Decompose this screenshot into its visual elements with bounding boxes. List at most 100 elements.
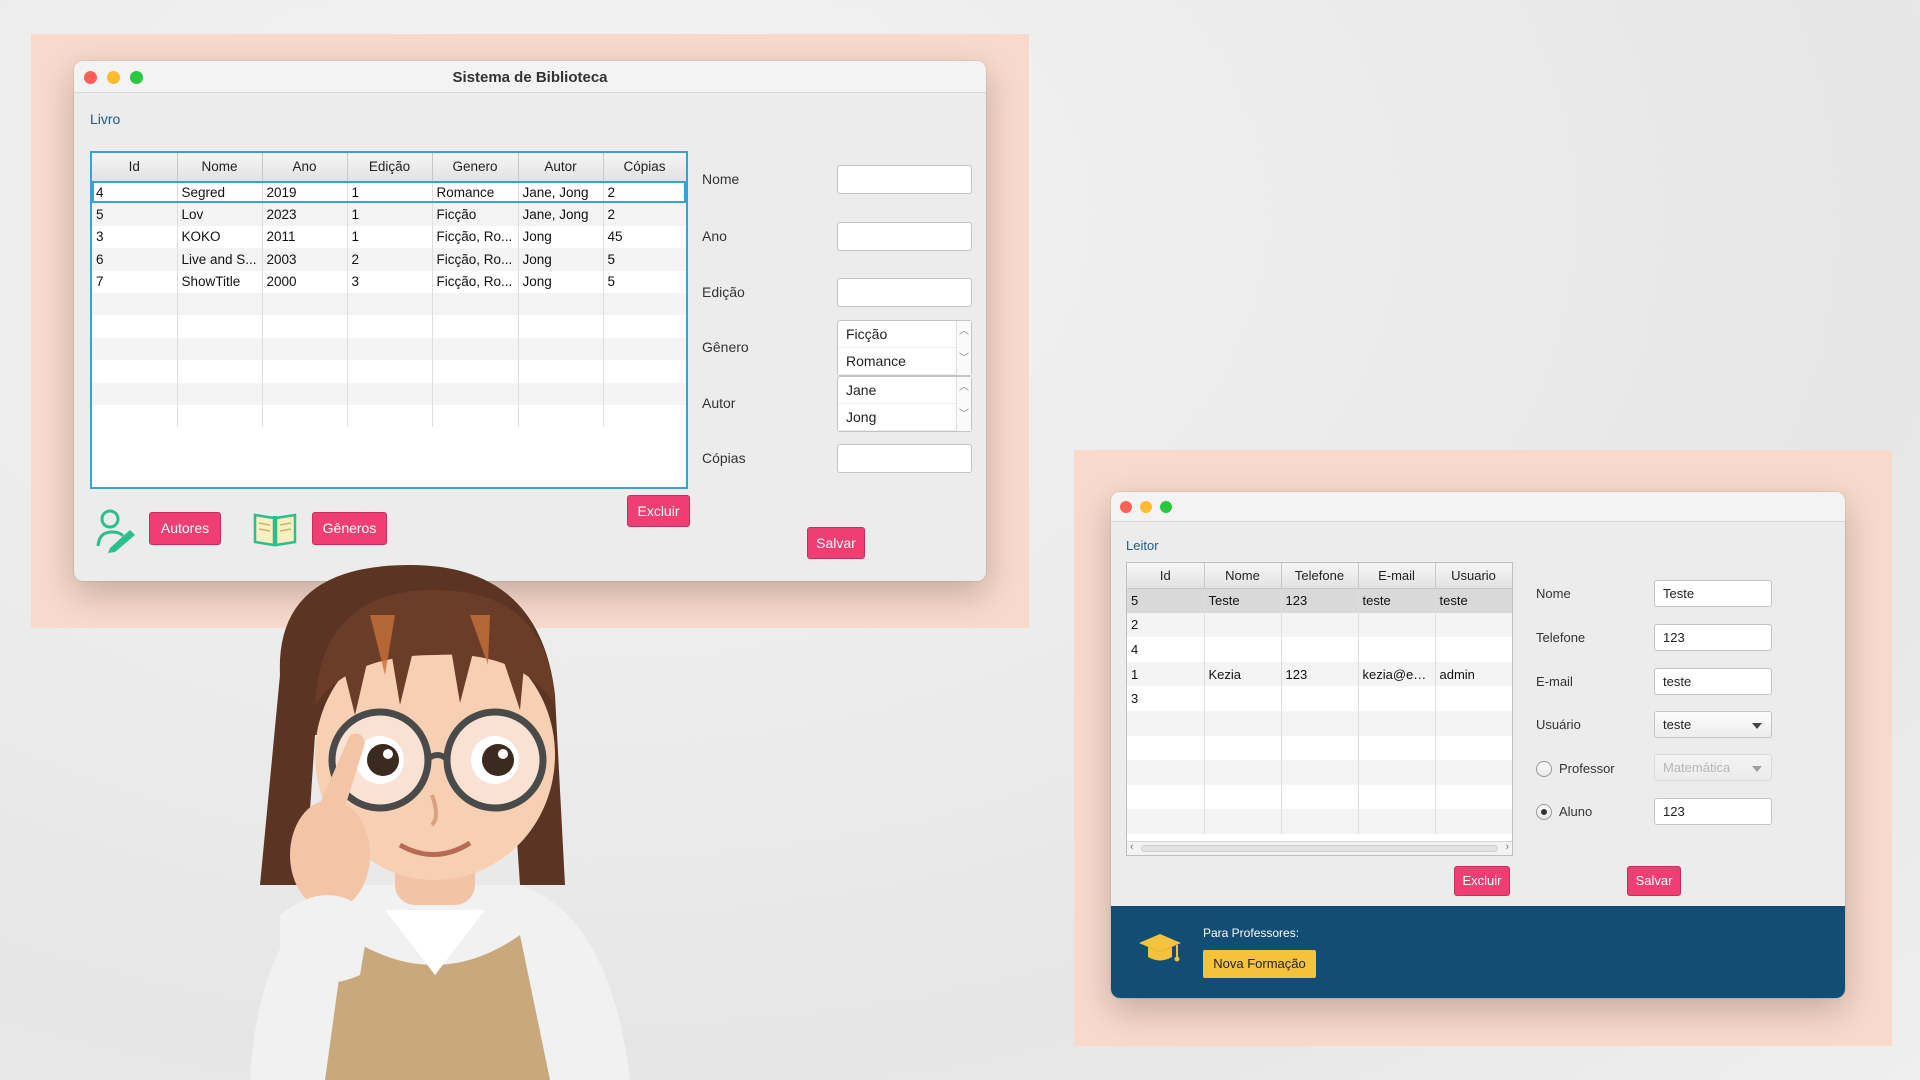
- table-cell: [1435, 760, 1512, 785]
- table-row[interactable]: 6 Live and S... 2003 2 Ficção, Ro... Jong 5: [92, 248, 686, 271]
- table-row[interactable]: 5 Teste 123 teste teste: [1127, 588, 1512, 613]
- salvar-button[interactable]: Salvar: [1627, 866, 1681, 896]
- table-row[interactable]: 4: [1127, 637, 1512, 662]
- table-cell: [92, 360, 178, 383]
- copias-field[interactable]: [837, 444, 972, 473]
- table-row[interactable]: [1127, 760, 1512, 785]
- autor-list[interactable]: Jane Jong ︿ ﹀: [837, 376, 972, 432]
- chevron-down-icon: [1752, 766, 1762, 772]
- table-cell: [1127, 784, 1205, 810]
- column-header[interactable]: E-mail: [1358, 563, 1436, 589]
- table-row[interactable]: [92, 360, 686, 383]
- table-cell: [92, 404, 178, 428]
- table-cell: [518, 315, 604, 338]
- table-cell: [1358, 637, 1436, 662]
- column-header[interactable]: Telefone: [1281, 563, 1359, 589]
- table-cell: 4: [92, 181, 178, 204]
- table-cell: 2011: [262, 225, 348, 249]
- telefone-field[interactable]: 123: [1654, 624, 1772, 651]
- table-cell: [518, 404, 604, 428]
- table-cell: admin: [1435, 661, 1512, 687]
- table-cell: 2: [347, 248, 433, 271]
- table-cell: [1358, 809, 1436, 834]
- zoom-button[interactable]: [1160, 501, 1172, 513]
- close-button[interactable]: [1120, 501, 1132, 513]
- table-cell: [1281, 612, 1359, 638]
- column-header[interactable]: Autor: [518, 153, 604, 182]
- table-row[interactable]: [92, 292, 686, 316]
- edicao-field[interactable]: [837, 278, 972, 307]
- scrollbar-thumb[interactable]: [1141, 845, 1498, 852]
- genero-option[interactable]: Romance: [838, 348, 971, 375]
- table-cell: [518, 382, 604, 405]
- genero-scrollbar[interactable]: ︿ ﹀: [956, 321, 971, 375]
- salvar-button[interactable]: Salvar: [807, 527, 865, 559]
- horizontal-scrollbar[interactable]: ‹ ›: [1127, 841, 1512, 855]
- table-row[interactable]: 2: [1127, 612, 1512, 638]
- table-cell: [177, 315, 263, 338]
- table-cell: Jane, Jong: [518, 203, 604, 226]
- aluno-field[interactable]: 123: [1654, 798, 1772, 825]
- autores-button[interactable]: Autores: [149, 512, 221, 545]
- autor-option[interactable]: Jane: [838, 377, 971, 404]
- column-header[interactable]: Ano: [262, 153, 348, 182]
- column-header[interactable]: Usuario: [1435, 563, 1512, 589]
- email-field[interactable]: teste: [1654, 668, 1772, 695]
- nome-field[interactable]: [837, 165, 972, 194]
- table-row[interactable]: [1127, 784, 1512, 810]
- generos-button[interactable]: Gêneros: [312, 512, 387, 545]
- ano-field[interactable]: [837, 222, 972, 251]
- table-cell: [1435, 710, 1512, 736]
- window-title: Sistema de Biblioteca: [452, 69, 608, 86]
- table-row[interactable]: [92, 337, 686, 361]
- table-row[interactable]: 1 Kezia 123 kezia@em... admin: [1127, 661, 1512, 687]
- table-cell: 123: [1281, 661, 1359, 687]
- table-cell: [603, 382, 686, 405]
- table-row[interactable]: 4 Segred 2019 1 Romance Jane, Jong 2: [92, 181, 686, 204]
- table-row[interactable]: [92, 315, 686, 338]
- table-cell: 6: [92, 248, 178, 271]
- table-row[interactable]: 7 ShowTitle 2000 3 Ficção, Ro... Jong 5: [92, 270, 686, 293]
- table-row[interactable]: 3 KOKO 2011 1 Ficção, Ro... Jong 45: [92, 225, 686, 249]
- professor-radio[interactable]: [1536, 761, 1552, 777]
- column-header[interactable]: Genero: [432, 153, 519, 182]
- column-header[interactable]: Id: [92, 153, 178, 182]
- minimize-button[interactable]: [1140, 501, 1152, 513]
- table-row[interactable]: [1127, 809, 1512, 834]
- table-cell: Jane, Jong: [518, 181, 604, 204]
- aluno-label: Aluno: [1559, 804, 1593, 819]
- table-row[interactable]: [92, 404, 686, 428]
- table-cell: [1281, 809, 1359, 834]
- column-header[interactable]: Id: [1127, 563, 1205, 589]
- table-cell: [262, 292, 348, 316]
- usuario-select[interactable]: teste: [1654, 711, 1772, 738]
- table-cell: 1: [347, 203, 433, 226]
- table-cell: Live and S...: [177, 248, 263, 271]
- aluno-radio[interactable]: [1536, 804, 1552, 820]
- column-header[interactable]: Nome: [177, 153, 263, 182]
- column-header[interactable]: Edição: [347, 153, 433, 182]
- table-cell: Teste: [1204, 588, 1282, 613]
- table-row[interactable]: 5 Lov 2023 1 Ficção Jane, Jong 2: [92, 203, 686, 226]
- column-header[interactable]: Cópias: [603, 153, 686, 182]
- title-bar: [1111, 492, 1845, 522]
- nome-field[interactable]: Teste: [1654, 580, 1772, 607]
- excluir-button[interactable]: Excluir: [627, 495, 690, 527]
- autor-option[interactable]: Jong: [838, 404, 971, 431]
- genero-list[interactable]: Ficção Romance ︿ ﹀: [837, 320, 972, 376]
- readers-table[interactable]: Id Nome Telefone E-mail Usuario 5 Teste 123 tes…: [1126, 562, 1513, 856]
- table-row[interactable]: 3: [1127, 686, 1512, 711]
- table-cell: Kezia: [1204, 661, 1282, 687]
- table-cell: [262, 404, 348, 428]
- autor-scrollbar[interactable]: ︿ ﹀: [956, 377, 971, 431]
- nova-formacao-button[interactable]: Nova Formação: [1203, 950, 1316, 978]
- genero-option[interactable]: Ficção: [838, 321, 971, 348]
- table-row[interactable]: [92, 382, 686, 405]
- excluir-button[interactable]: Excluir: [1454, 866, 1510, 896]
- table-row[interactable]: [1127, 710, 1512, 736]
- table-row[interactable]: [1127, 735, 1512, 761]
- table-cell: [1358, 686, 1436, 711]
- column-header[interactable]: Nome: [1204, 563, 1282, 589]
- table-cell: 45: [603, 225, 686, 249]
- books-table[interactable]: Id Nome Ano Edição Genero Autor Cópias 4 Segred…: [90, 151, 688, 489]
